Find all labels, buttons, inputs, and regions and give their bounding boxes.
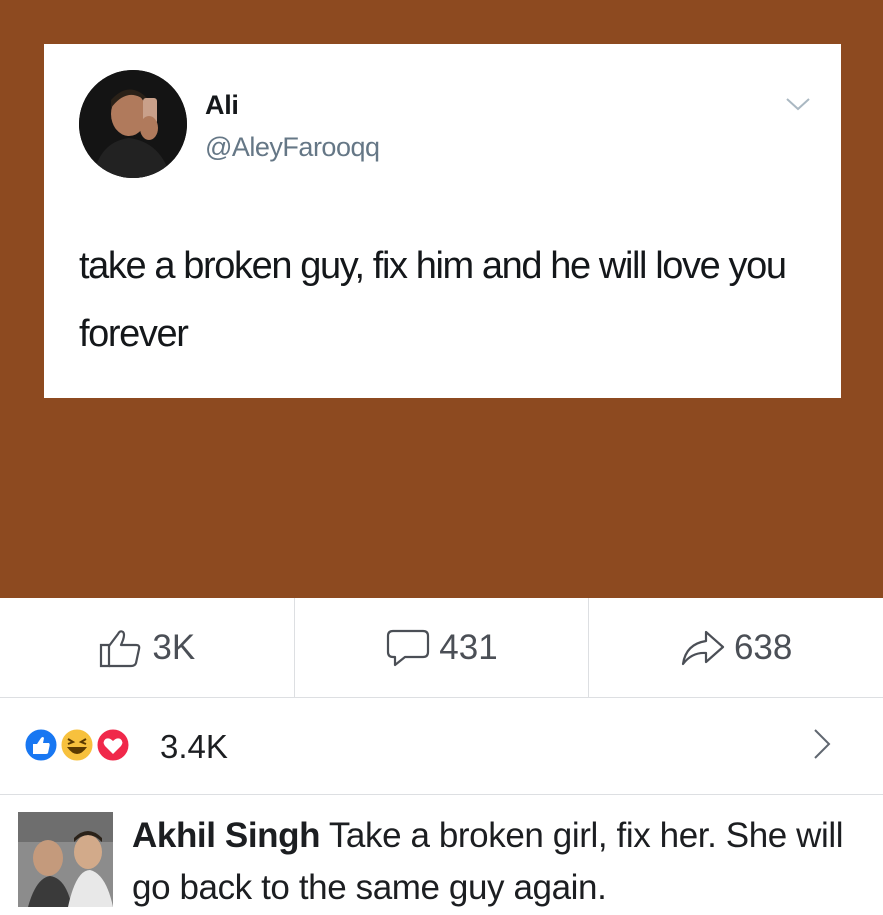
like-reaction-icon <box>22 726 60 764</box>
share-count: 638 <box>733 627 793 667</box>
comment-author-name[interactable]: Akhil Singh <box>132 816 321 855</box>
tweet-text: take a broken guy, fix him and he will l… <box>79 245 787 355</box>
like-button[interactable]: 3K <box>0 598 294 697</box>
like-count: 3K <box>152 627 196 667</box>
haha-reaction-icon <box>58 726 96 764</box>
reaction-count[interactable]: 3.4K <box>160 728 228 766</box>
tweet-author-handle[interactable]: @AleyFarooqq <box>205 132 380 163</box>
chevron-down-icon[interactable] <box>783 94 813 114</box>
post-action-bar: 3K 431 638 <box>0 598 883 698</box>
tweet-card: Ali @AleyFarooqq take a broken guy, fix … <box>44 44 841 398</box>
thumbs-up-icon <box>100 629 141 667</box>
comment-bubble-icon <box>387 629 430 666</box>
comment-avatar[interactable] <box>18 812 113 907</box>
love-reaction-icon <box>94 726 132 764</box>
comment-body: Akhil Singh Take a broken girl, fix her.… <box>132 810 872 914</box>
reaction-icons[interactable] <box>22 725 142 765</box>
comment-count: 431 <box>439 627 498 667</box>
share-button[interactable]: 638 <box>588 598 883 697</box>
comment-button[interactable]: 431 <box>293 598 589 697</box>
share-arrow-icon <box>681 630 725 665</box>
tweet-avatar <box>79 70 187 178</box>
chevron-right-icon[interactable] <box>811 727 833 761</box>
tweet-author-name[interactable]: Ali <box>205 90 239 121</box>
